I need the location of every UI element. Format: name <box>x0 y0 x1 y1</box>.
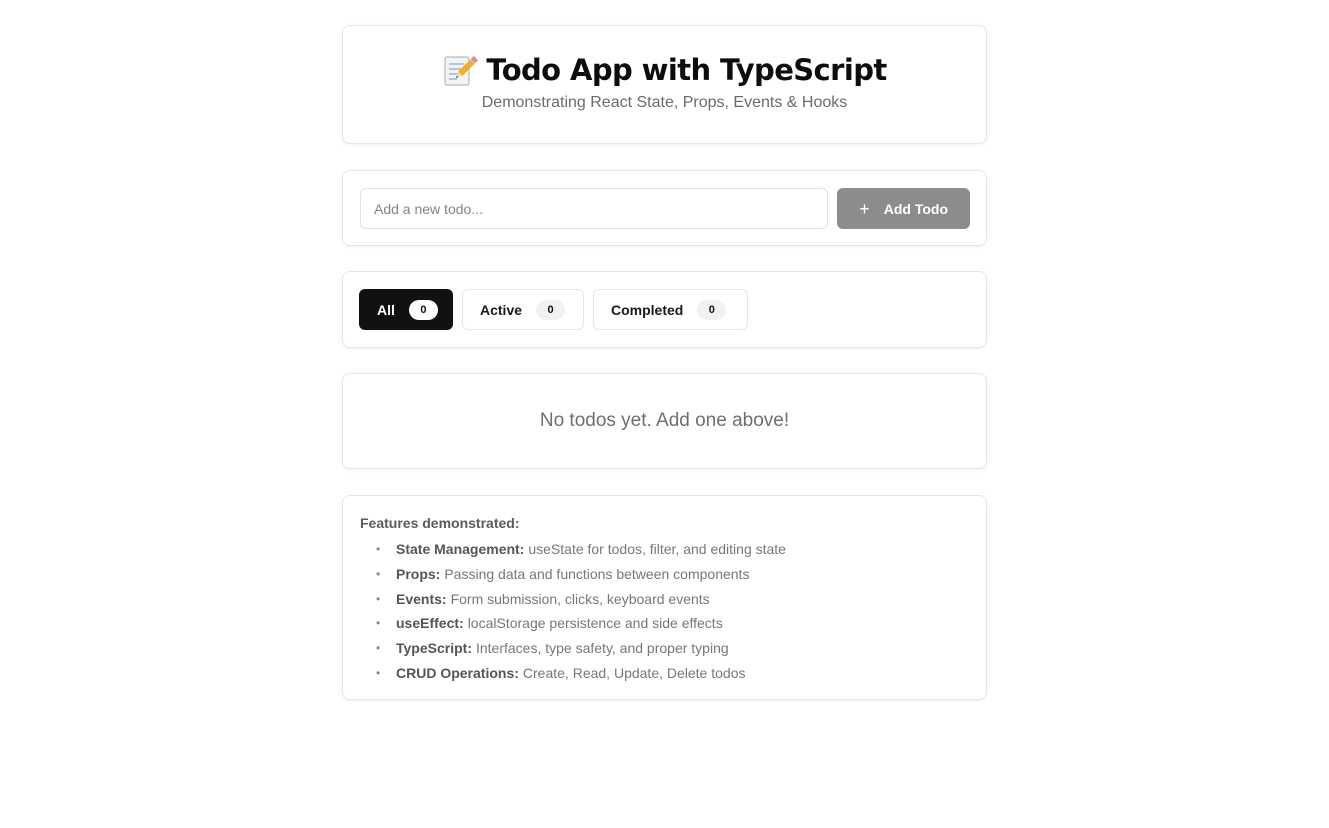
feature-name: CRUD Operations: <box>396 664 519 681</box>
feature-name: useEffect: <box>396 615 464 632</box>
bullet-icon: • <box>376 591 381 606</box>
bullet-icon: • <box>376 665 381 680</box>
new-todo-input[interactable] <box>360 188 829 229</box>
todo-list-empty-state: No todos yet. Add one above! <box>342 373 987 469</box>
add-todo-form: + Add Todo <box>342 170 987 246</box>
feature-description: Interfaces, type safety, and proper typi… <box>475 640 729 657</box>
count-badge: 0 <box>408 299 438 320</box>
list-item: • TypeScript: Interfaces, type safety, a… <box>376 636 970 661</box>
features-card: Features demonstrated: • State Managemen… <box>342 495 987 700</box>
bullet-icon: • <box>376 616 381 631</box>
filter-label: Active <box>480 301 523 318</box>
header-card: Todo App with TypeScript Demonstrating R… <box>342 25 987 144</box>
feature-name: Props: <box>396 565 441 582</box>
filter-label: Completed <box>611 301 684 318</box>
feature-description: localStorage persistence and side effect… <box>467 615 723 632</box>
feature-name: Events: <box>396 590 447 607</box>
filter-completed-button[interactable]: Completed 0 <box>593 289 748 330</box>
filter-active-button[interactable]: Active 0 <box>462 289 584 330</box>
filter-all-button[interactable]: All 0 <box>359 289 453 330</box>
add-todo-button[interactable]: + Add Todo <box>837 188 970 229</box>
features-list: • State Management: useState for todos, … <box>360 537 970 686</box>
list-item: • Props: Passing data and functions betw… <box>376 562 970 587</box>
list-item: • Events: Form submission, clicks, keybo… <box>376 587 970 612</box>
feature-name: State Management: <box>396 541 525 557</box>
features-heading: Features demonstrated: <box>360 515 520 531</box>
app-container: Todo App with TypeScript Demonstrating R… <box>342 25 987 700</box>
feature-description: useState for todos, filter, and editing … <box>528 541 786 557</box>
list-item: • CRUD Operations: Create, Read, Update,… <box>376 661 970 686</box>
filter-label: All <box>377 301 395 318</box>
filter-bar: All 0 Active 0 Completed 0 <box>342 271 987 348</box>
feature-description: Create, Read, Update, Delete todos <box>522 664 746 681</box>
bullet-icon: • <box>376 542 381 556</box>
bullet-icon: • <box>376 566 381 581</box>
page-title: Todo App with TypeScript <box>486 53 887 87</box>
page-subtitle: Demonstrating React State, Props, Events… <box>481 94 848 111</box>
feature-name: TypeScript: <box>396 640 472 657</box>
bullet-icon: • <box>376 641 381 656</box>
feature-description: Passing data and functions between compo… <box>444 565 750 582</box>
feature-description: Form submission, clicks, keyboard events <box>450 590 710 607</box>
memo-pencil-icon <box>442 52 479 88</box>
count-badge: 0 <box>536 299 566 320</box>
plus-icon: + <box>859 198 870 219</box>
add-todo-button-label: Add Todo <box>883 200 949 217</box>
list-item: • useEffect: localStorage persistence an… <box>376 611 970 636</box>
empty-state-message: No todos yet. Add one above! <box>539 410 790 431</box>
list-item: • State Management: useState for todos, … <box>376 537 970 562</box>
title-row: Todo App with TypeScript <box>343 51 986 89</box>
count-badge: 0 <box>697 299 727 320</box>
